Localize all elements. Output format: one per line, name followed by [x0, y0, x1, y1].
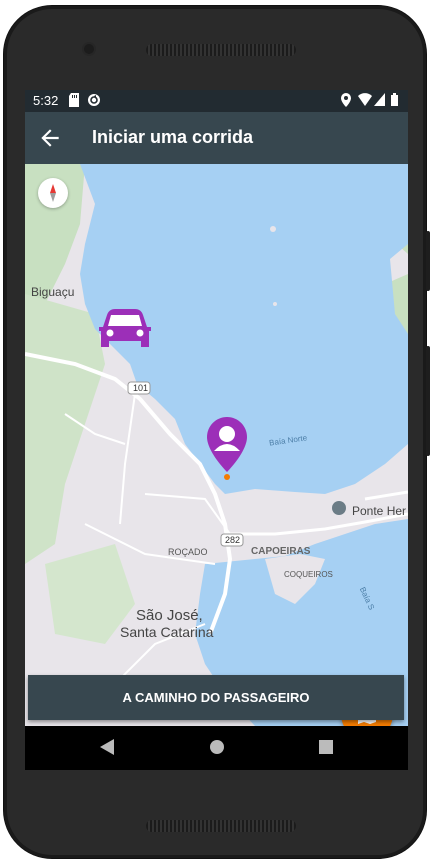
location-icon: [341, 93, 351, 107]
phone-frame: 5:32 Iniciar uma corrida Biguaçu 101 Baí…: [4, 6, 430, 858]
map-label-road-282: 282: [225, 535, 241, 545]
power-button: [426, 346, 430, 456]
app-bar: Iniciar uma corrida: [25, 112, 408, 164]
home-circle-icon[interactable]: [207, 737, 227, 757]
volume-button: [426, 231, 430, 291]
map-view[interactable]: Biguaçu 101 Baía Norte Ponte Her 282 ROÇ…: [25, 164, 408, 726]
sync-icon: [88, 94, 100, 106]
map-label-coqueiros: COQUEIROS: [284, 570, 333, 579]
bottom-speaker: [146, 820, 296, 832]
map-label-ponte: Ponte Her: [352, 504, 407, 518]
car-icon[interactable]: [95, 307, 155, 353]
map-label-capoeiras: CAPOEIRAS: [251, 546, 311, 557]
map-label-sao-jose: São José,: [136, 607, 203, 624]
sd-card-icon: [69, 93, 79, 107]
screen: 5:32 Iniciar uma corrida Biguaçu 101 Baí…: [25, 90, 408, 770]
a-caminho-button[interactable]: A CAMINHO DO PASSAGEIRO: [28, 675, 404, 720]
status-bar: 5:32: [25, 90, 408, 112]
map-label-santa-catarina: Santa Catarina: [120, 624, 214, 640]
map-label-rocado: ROÇADO: [168, 547, 208, 557]
system-nav-bar: [25, 726, 408, 770]
top-speaker: [146, 44, 296, 56]
battery-icon: [391, 93, 398, 106]
signal-icon: [374, 93, 385, 106]
compass-icon: [50, 184, 56, 202]
arrow-back-icon[interactable]: [37, 125, 63, 151]
back-triangle-icon[interactable]: [98, 737, 116, 757]
page-title: Iniciar uma corrida: [92, 127, 254, 147]
recents-square-icon[interactable]: [317, 737, 335, 757]
wifi-icon: [358, 93, 372, 106]
compass-button[interactable]: [38, 178, 68, 208]
passenger-pin-icon[interactable]: [207, 417, 247, 483]
map-label-biguacu: Biguaçu: [31, 285, 75, 299]
front-camera: [84, 44, 94, 54]
status-time: 5:32: [33, 93, 59, 108]
map-label-road-101: 101: [133, 383, 149, 393]
